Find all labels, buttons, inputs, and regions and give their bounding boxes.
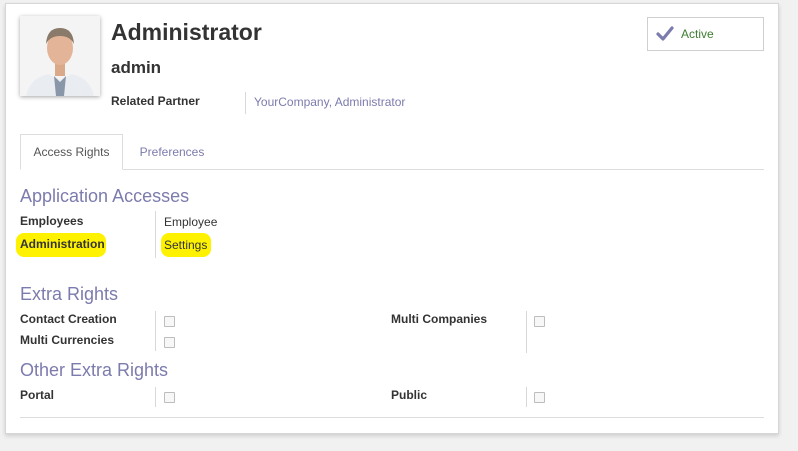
related-partner-label: Related Partner: [111, 94, 200, 108]
field-separator: [155, 311, 156, 351]
related-partner-link[interactable]: YourCompany, Administrator: [254, 95, 405, 109]
field-separator: [526, 387, 527, 407]
contact-creation-label: Contact Creation: [20, 312, 117, 326]
portal-checkbox[interactable]: [164, 392, 175, 403]
field-separator: [155, 387, 156, 407]
public-label: Public: [391, 388, 428, 402]
user-form-sheet: Administrator admin Related Partner Your…: [5, 3, 779, 434]
multi-companies-checkbox[interactable]: [534, 316, 545, 327]
user-avatar[interactable]: [20, 16, 100, 96]
field-separator: [245, 92, 246, 114]
employees-label: Employees: [20, 214, 84, 228]
field-separator: [155, 211, 156, 258]
multi-currencies-checkbox[interactable]: [164, 337, 175, 348]
field-separator: [526, 311, 527, 353]
application-accesses-heading: Application Accesses: [20, 186, 190, 206]
multi-companies-label: Multi Companies: [391, 312, 488, 326]
active-toggle-button[interactable]: Active: [647, 17, 764, 51]
public-checkbox[interactable]: [534, 392, 545, 403]
user-login: admin: [111, 58, 162, 77]
check-icon: [656, 26, 674, 41]
administration-label: Administration: [20, 237, 105, 251]
avatar-photo: [20, 16, 100, 96]
portal-label: Portal: [20, 388, 55, 402]
extra-rights-heading: Extra Rights: [20, 284, 119, 304]
user-name: Administrator: [111, 19, 262, 45]
multi-currencies-label: Multi Currencies: [20, 333, 115, 347]
administration-value[interactable]: Settings: [164, 238, 207, 252]
employees-value[interactable]: Employee: [164, 215, 217, 229]
section-divider: [20, 417, 764, 418]
contact-creation-checkbox[interactable]: [164, 316, 175, 327]
tab-access-rights[interactable]: Access Rights: [20, 134, 123, 170]
tab-preferences[interactable]: Preferences: [132, 134, 212, 170]
active-toggle-label: Active: [681, 27, 714, 41]
other-extra-rights-heading: Other Extra Rights: [20, 360, 169, 380]
